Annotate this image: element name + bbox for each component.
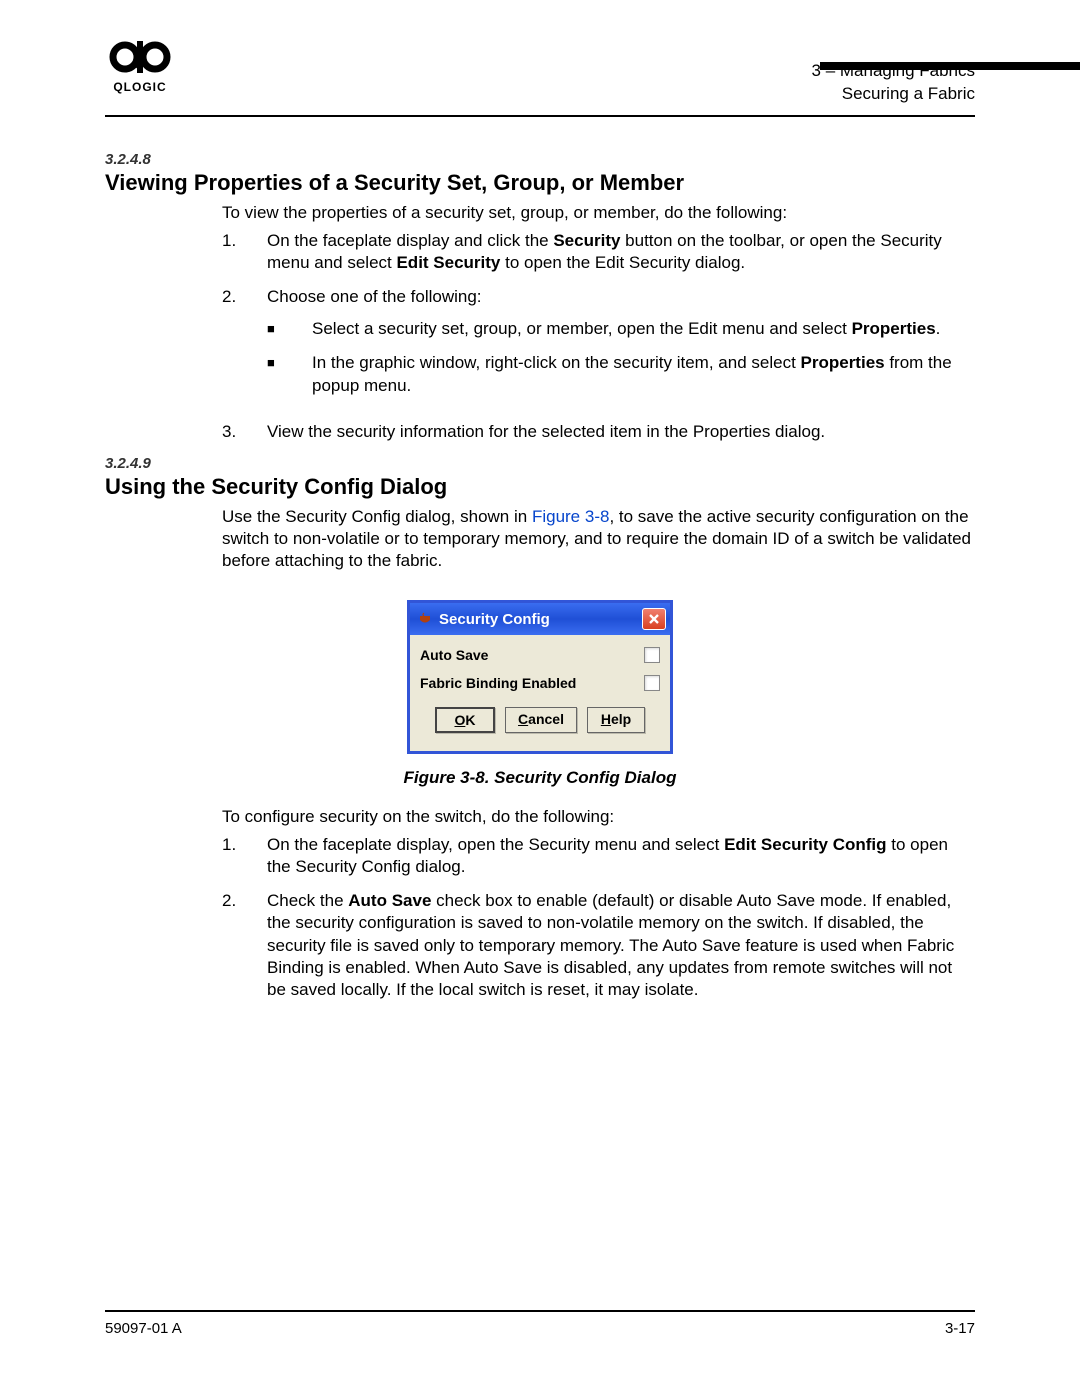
section-intro: Use the Security Config dialog, shown in… xyxy=(222,506,975,572)
security-config-dialog: Security Config Auto Save Fabric Binding… xyxy=(407,600,673,754)
fabric-binding-checkbox[interactable] xyxy=(644,675,660,691)
page-footer: 59097-01 A 3-17 xyxy=(105,1310,975,1337)
list-item: 1. On the faceplate display and click th… xyxy=(222,230,975,274)
qlogic-logo: QLOGIC xyxy=(105,39,175,97)
square-bullet-icon: ■ xyxy=(267,318,312,340)
close-button[interactable] xyxy=(642,608,666,630)
auto-save-label: Auto Save xyxy=(420,647,644,663)
figure-link[interactable]: Figure 3-8 xyxy=(532,507,609,526)
footer-right: 3-17 xyxy=(945,1320,975,1337)
section-intro: To view the properties of a security set… xyxy=(222,202,975,224)
list-item: 2. Check the Auto Save check box to enab… xyxy=(222,890,975,1000)
header-section: Securing a Fabric xyxy=(812,83,975,106)
figure-caption: Figure 3-8. Security Config Dialog xyxy=(105,768,975,788)
cancel-button[interactable]: Cancel xyxy=(505,707,577,733)
figure: Security Config Auto Save Fabric Binding… xyxy=(105,600,975,788)
header-blackbar xyxy=(820,62,1080,70)
bullet-item: ■ In the graphic window, right-click on … xyxy=(267,352,975,396)
auto-save-checkbox[interactable] xyxy=(644,647,660,663)
section-number: 3.2.4.9 xyxy=(105,455,975,472)
list-item: 1. On the faceplate display, open the Se… xyxy=(222,834,975,878)
section-number: 3.2.4.8 xyxy=(105,151,975,168)
help-button[interactable]: Help xyxy=(587,707,645,733)
section-title: Using the Security Config Dialog xyxy=(105,474,975,500)
section-title: Viewing Properties of a Security Set, Gr… xyxy=(105,170,975,196)
section-post-intro: To configure security on the switch, do … xyxy=(222,806,975,828)
list-item: 2. Choose one of the following: ■ Select… xyxy=(222,286,975,408)
ok-button[interactable]: OK xyxy=(435,707,495,733)
dialog-titlebar: Security Config xyxy=(410,603,670,635)
list-item: 3. View the security information for the… xyxy=(222,421,975,443)
footer-left: 59097-01 A xyxy=(105,1320,182,1337)
bullet-item: ■ Select a security set, group, or membe… xyxy=(267,318,975,340)
svg-text:QLOGIC: QLOGIC xyxy=(113,80,166,94)
dialog-title: Security Config xyxy=(439,611,550,628)
square-bullet-icon: ■ xyxy=(267,352,312,396)
fabric-binding-label: Fabric Binding Enabled xyxy=(420,675,644,691)
java-icon xyxy=(418,612,433,626)
